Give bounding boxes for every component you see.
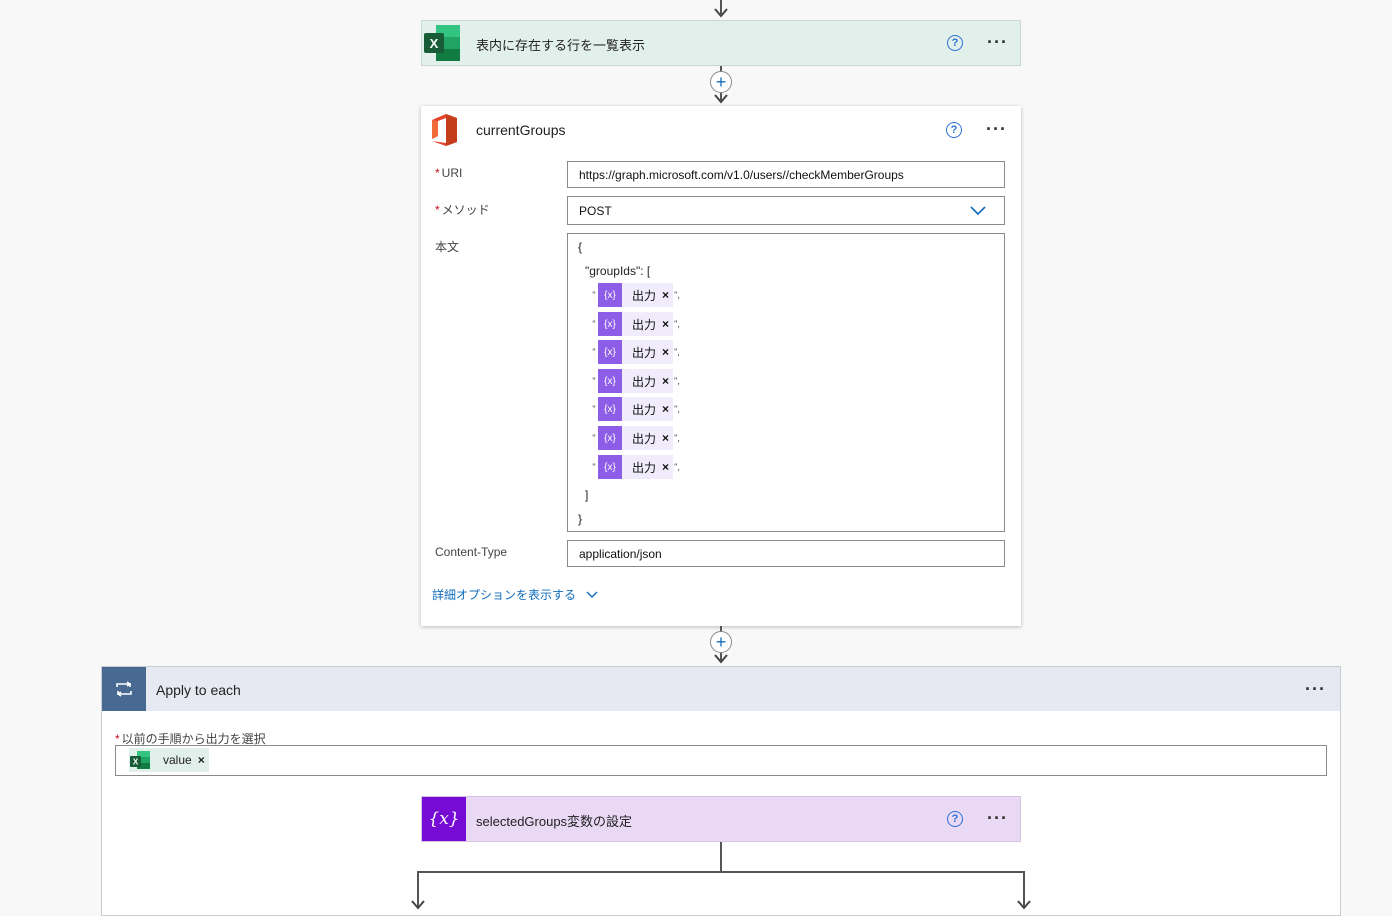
- dynamic-token[interactable]: {x} 出力 ×: [598, 369, 674, 393]
- body-token-row: " {x} 出力 × ",: [590, 283, 681, 307]
- token-label: 出力: [632, 460, 657, 475]
- svg-text:X: X: [430, 36, 439, 51]
- loop-icon: [102, 667, 146, 711]
- svg-text:X: X: [133, 758, 139, 767]
- variable-icon: {x}: [598, 369, 622, 393]
- help-icon[interactable]: ?: [946, 122, 962, 138]
- remove-token-icon[interactable]: ×: [196, 753, 209, 767]
- body-open-brace: {: [578, 240, 583, 254]
- remove-token-icon[interactable]: ×: [660, 431, 673, 445]
- token-label: 出力: [632, 345, 657, 360]
- variable-icon: {x}: [598, 312, 622, 336]
- office-icon: [429, 112, 459, 148]
- quote-text: ",: [674, 319, 680, 329]
- method-select[interactable]: POST: [567, 196, 1005, 225]
- quote-text: ",: [674, 347, 680, 357]
- remove-token-icon[interactable]: ×: [660, 402, 673, 416]
- variable-icon: {x}: [598, 283, 622, 307]
- quote-text: ",: [674, 433, 680, 443]
- content-type-label: Content-Type: [435, 545, 508, 559]
- dynamic-token[interactable]: {x} 出力 ×: [598, 283, 674, 307]
- token-label: 出力: [632, 431, 657, 446]
- add-step-button[interactable]: +: [710, 631, 732, 653]
- quote-text: ": [592, 462, 596, 472]
- arrow-down-icon: [411, 900, 425, 910]
- content-type-input[interactable]: application/json: [567, 540, 1005, 567]
- branch-connector-line: [417, 871, 1025, 873]
- add-step-button[interactable]: +: [710, 71, 732, 93]
- arrow-down-icon: [714, 654, 728, 664]
- token-label: 出力: [632, 374, 657, 389]
- variable-icon: {x}: [598, 397, 622, 421]
- apply-to-each-title: Apply to each: [156, 682, 241, 698]
- dynamic-token[interactable]: {x} 出力 ×: [598, 426, 674, 450]
- more-options-icon[interactable]: ···: [987, 33, 1008, 51]
- apply-to-each-header[interactable]: [102, 667, 1340, 711]
- set-variable-action-card[interactable]: {x} selectedGroups変数の設定 ? ···: [421, 796, 1021, 842]
- body-close-brace: }: [578, 512, 583, 526]
- value-token[interactable]: X value ×: [129, 748, 209, 772]
- arrow-down-icon: [714, 8, 728, 18]
- body-key-text: "groupIds": [: [585, 264, 651, 278]
- body-token-row: " {x} 出力 × ",: [590, 397, 681, 421]
- token-label: value: [163, 753, 192, 767]
- set-variable-action-title: selectedGroups変数の設定: [476, 814, 633, 829]
- token-label: 出力: [632, 402, 657, 417]
- quote-text: ",: [674, 462, 680, 472]
- body-token-row: " {x} 出力 × ",: [590, 312, 681, 336]
- quote-text: ": [592, 347, 596, 357]
- more-options-icon[interactable]: ···: [1305, 680, 1326, 698]
- excel-action-card[interactable]: X 表内に存在する行を一覧表示 ? ···: [421, 20, 1021, 66]
- method-label: * メソッド: [435, 203, 490, 217]
- method-value: POST: [579, 203, 612, 218]
- quote-text: ": [592, 404, 596, 414]
- variable-icon: {x}: [598, 455, 622, 479]
- quote-text: ",: [674, 290, 680, 300]
- advanced-link-text: 詳細オプションを表示する: [432, 588, 577, 602]
- more-options-icon[interactable]: ···: [986, 120, 1007, 138]
- select-output-input[interactable]: [115, 745, 1327, 776]
- body-token-row: " {x} 出力 × ",: [590, 340, 681, 364]
- http-action-title: currentGroups: [476, 122, 566, 138]
- excel-action-title: 表内に存在する行を一覧表示: [476, 38, 646, 53]
- body-array-close: ]: [585, 488, 589, 502]
- more-options-icon[interactable]: ···: [987, 809, 1008, 827]
- arrow-down-icon: [1017, 900, 1031, 910]
- help-icon[interactable]: ?: [947, 35, 963, 51]
- excel-icon: X: [422, 21, 462, 65]
- remove-token-icon[interactable]: ×: [660, 317, 673, 331]
- variable-icon: {x}: [422, 797, 466, 841]
- variable-icon: {x}: [598, 426, 622, 450]
- remove-token-icon[interactable]: ×: [660, 374, 673, 388]
- chevron-down-icon: [970, 206, 986, 216]
- quote-text: ",: [674, 404, 680, 414]
- uri-label: * URI: [435, 166, 463, 180]
- excel-icon: X: [130, 751, 150, 769]
- connector-line: [720, 842, 722, 873]
- body-token-row: " {x} 出力 × ",: [590, 426, 681, 450]
- arrow-down-icon: [714, 94, 728, 104]
- remove-token-icon[interactable]: ×: [660, 460, 673, 474]
- dynamic-token[interactable]: {x} 出力 ×: [598, 312, 674, 336]
- quote-text: ": [592, 319, 596, 329]
- show-advanced-options-link[interactable]: 詳細オプションを表示する: [432, 586, 598, 603]
- remove-token-icon[interactable]: ×: [660, 345, 673, 359]
- quote-text: ": [592, 290, 596, 300]
- quote-text: ": [592, 376, 596, 386]
- quote-text: ": [592, 433, 596, 443]
- dynamic-token[interactable]: {x} 出力 ×: [598, 340, 674, 364]
- token-label: 出力: [632, 288, 657, 303]
- uri-input[interactable]: https://graph.microsoft.com/v1.0/users//…: [567, 161, 1005, 188]
- dynamic-token[interactable]: {x} 出力 ×: [598, 455, 674, 479]
- variable-icon: {x}: [598, 340, 622, 364]
- help-icon[interactable]: ?: [947, 811, 963, 827]
- body-label: 本文: [435, 240, 460, 254]
- token-label: 出力: [632, 317, 657, 332]
- dynamic-token[interactable]: {x} 出力 ×: [598, 397, 674, 421]
- remove-token-icon[interactable]: ×: [660, 288, 673, 302]
- chevron-down-icon: [586, 591, 598, 598]
- quote-text: ",: [674, 376, 680, 386]
- body-token-row: " {x} 出力 × ",: [590, 455, 681, 479]
- body-token-row: " {x} 出力 × ",: [590, 369, 681, 393]
